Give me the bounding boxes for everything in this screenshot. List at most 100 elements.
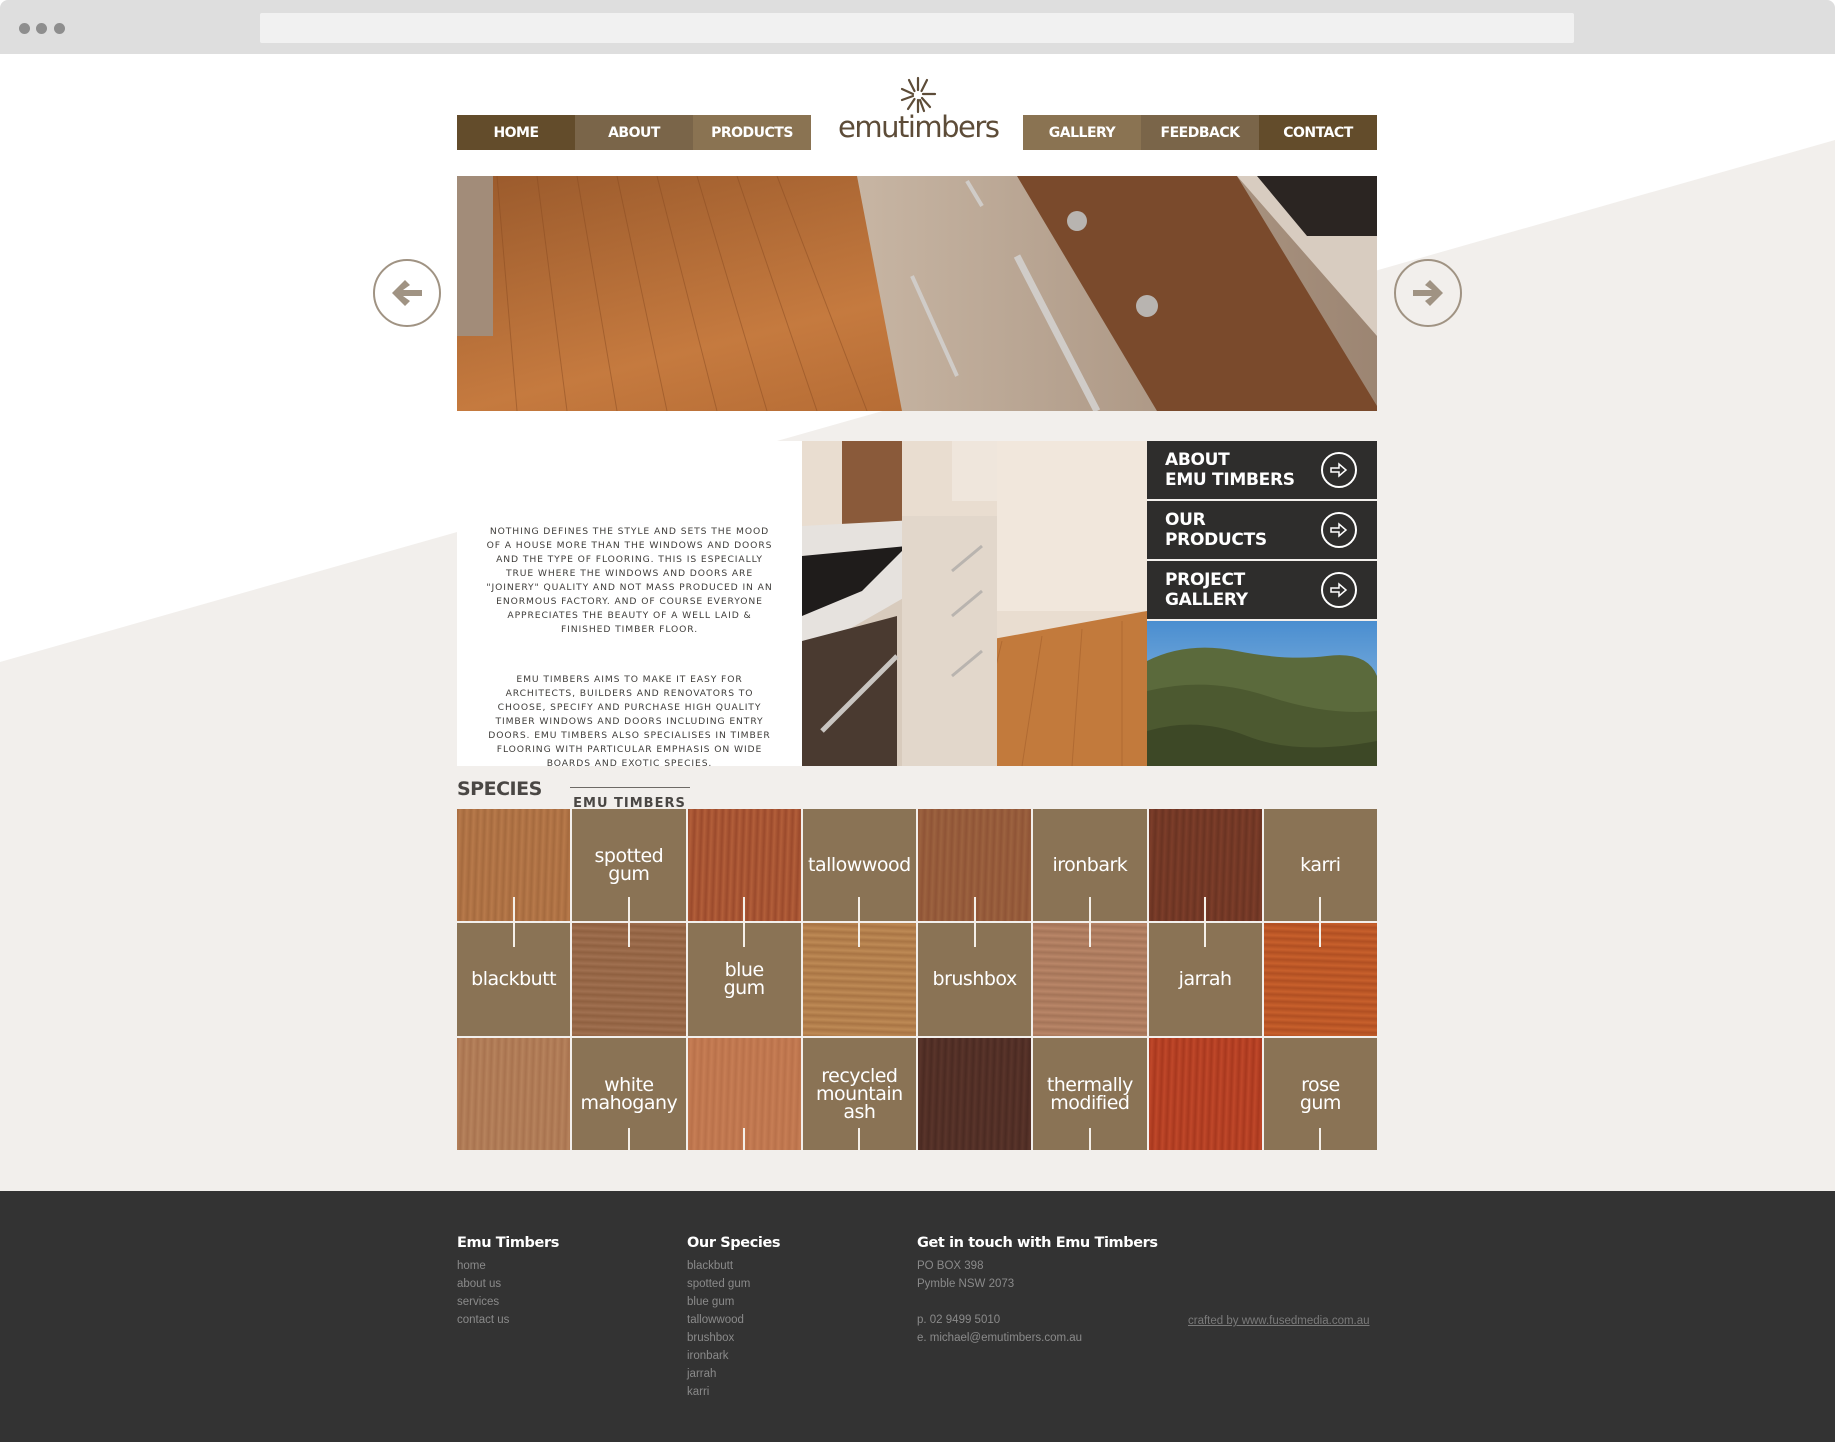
footer-email-link[interactable]: e. michael@emutimbers.com.au [917,1329,1158,1347]
species-label: karri [1300,854,1341,877]
nav-about[interactable]: ABOUT [575,115,693,150]
connector-line [1088,897,1091,948]
footer-credit-link[interactable]: crafted by www.fusedmedia.com.au [1188,1315,1370,1327]
species-swatch[interactable] [457,1037,571,1150]
species-tile[interactable]: tallowwood [802,809,916,948]
footer-heading: Our Species [687,1235,781,1251]
species-label: ironbark [1052,854,1128,877]
bush-photo [1147,621,1377,766]
quick-link-products[interactable]: OUR PRODUCTS [1147,501,1377,559]
species-label: blue gum [723,959,766,1000]
species-tile[interactable]: white mahogany [572,1037,686,1150]
connector-line [1319,897,1322,948]
nav-feedback[interactable]: FEEDBACK [1141,115,1259,150]
logo-wordmark: emutimbers [838,110,1000,144]
footer-link-species[interactable]: ironbark [687,1347,780,1365]
main-nav-left: HOME ABOUT PRODUCTS [457,115,811,150]
footer-link-home[interactable]: home [457,1257,559,1275]
quick-link-label: ABOUT EMU TIMBERS [1165,450,1295,490]
nav-products[interactable]: PRODUCTS [693,115,811,150]
circle-arrow-right-icon [1321,452,1357,488]
species-tile[interactable]: thermally modified [1033,1037,1147,1150]
footer-col-company: Emu Timbers home about us services conta… [457,1235,559,1329]
emu-sunburst-icon [900,76,937,114]
footer-link-species[interactable]: karri [687,1383,780,1401]
arrow-right-icon [1413,280,1443,306]
intro-paragraph: Emu Timbers aims to make it easy for arc… [488,674,771,769]
kitchen-photo [802,441,1147,766]
footer-address-line: PO BOX 398 [917,1260,984,1272]
window-dot-icon [36,23,47,34]
species-swatch[interactable] [918,1037,1032,1150]
species-label: thermally modified [1046,1073,1134,1114]
species-label: blackbutt [471,968,557,991]
species-label: jarrah [1178,968,1232,991]
nav-gallery[interactable]: GALLERY [1023,115,1141,150]
nav-contact[interactable]: CONTACT [1259,115,1377,150]
quick-link-gallery[interactable]: PROJECT GALLERY [1147,561,1377,619]
footer-link-species[interactable]: blue gum [687,1293,780,1311]
slider-prev-button[interactable] [373,259,441,327]
connector-line [858,1128,861,1150]
page: HOME ABOUT PRODUCTS emutimbers GALLERY F… [0,54,1835,1442]
connector-line [743,897,746,948]
footer-link-species[interactable]: blackbutt [687,1257,780,1275]
connector-line [858,897,861,948]
footer-link-species[interactable]: jarrah [687,1365,780,1383]
divider [569,787,690,788]
quick-links-panel: ABOUT EMU TIMBERS OUR PRODUCTS PROJECT G… [1147,441,1377,766]
site-footer: Emu Timbers home about us services conta… [0,1191,1835,1442]
connector-line [743,1128,746,1150]
window-dot-icon [19,23,30,34]
species-swatch[interactable] [1148,809,1262,948]
quick-link-about[interactable]: ABOUT EMU TIMBERS [1147,441,1377,499]
species-label: recycled mountain ash [816,1064,903,1123]
footer-link-species[interactable]: tallowwood [687,1311,780,1329]
connector-line [973,897,976,948]
footer-col-species: Our Species blackbutt spotted gum blue g… [687,1235,781,1401]
species-swatch[interactable] [1148,1037,1262,1150]
main-nav-right: GALLERY FEEDBACK CONTACT [1023,115,1377,150]
connector-line [1204,897,1207,948]
species-heading: SPECIES [457,778,542,800]
nav-home[interactable]: HOME [457,115,575,150]
slider-next-button[interactable] [1394,259,1462,327]
footer-phone: p. 02 9499 5010 [917,1314,1001,1326]
species-swatch[interactable] [918,809,1032,948]
species-swatch[interactable] [457,809,571,948]
connector-line [627,897,630,948]
footer-link-about[interactable]: about us [457,1275,559,1293]
species-tile[interactable]: karri [1263,809,1377,948]
browser-chrome [0,0,1835,54]
hero-slide-image [457,176,1377,411]
circle-arrow-right-icon [1321,512,1357,548]
intro-paragraph: Nothing defines the style and sets the m… [486,526,773,635]
footer-link-services[interactable]: services [457,1293,559,1311]
footer-heading: Get in touch with Emu Timbers [917,1235,1158,1251]
footer-address-line: Pymble NSW 2073 [917,1278,1015,1290]
species-label: rose gum [1299,1073,1342,1114]
species-tile[interactable]: recycled mountain ash [802,1037,916,1150]
species-grid: spotted gum tallowwood ironbark karri blackb… [457,809,1377,1150]
address-bar[interactable] [260,13,1574,43]
kitchen-floor-photo [457,176,1377,411]
footer-link-contact[interactable]: contact us [457,1311,559,1329]
window-dot-icon [54,23,65,34]
site-logo[interactable]: emutimbers [838,76,1000,156]
footer-heading: Emu Timbers [457,1235,559,1251]
footer-link-species[interactable]: spotted gum [687,1275,780,1293]
species-tile[interactable]: rose gum [1263,1037,1377,1150]
species-tile[interactable]: ironbark [1033,809,1147,948]
species-tile[interactable]: spotted gum [572,809,686,948]
arrow-left-icon [392,280,422,306]
circle-arrow-right-icon [1321,572,1357,608]
species-label: spotted gum [594,845,664,886]
connector-line [627,1128,630,1150]
species-label: tallowwood [808,854,911,877]
species-swatch[interactable] [687,809,801,948]
connector-line [512,897,515,948]
connector-line [1319,1128,1322,1150]
footer-link-species[interactable]: brushbox [687,1329,780,1347]
species-swatch[interactable] [687,1037,801,1150]
connector-line [1088,1128,1091,1150]
